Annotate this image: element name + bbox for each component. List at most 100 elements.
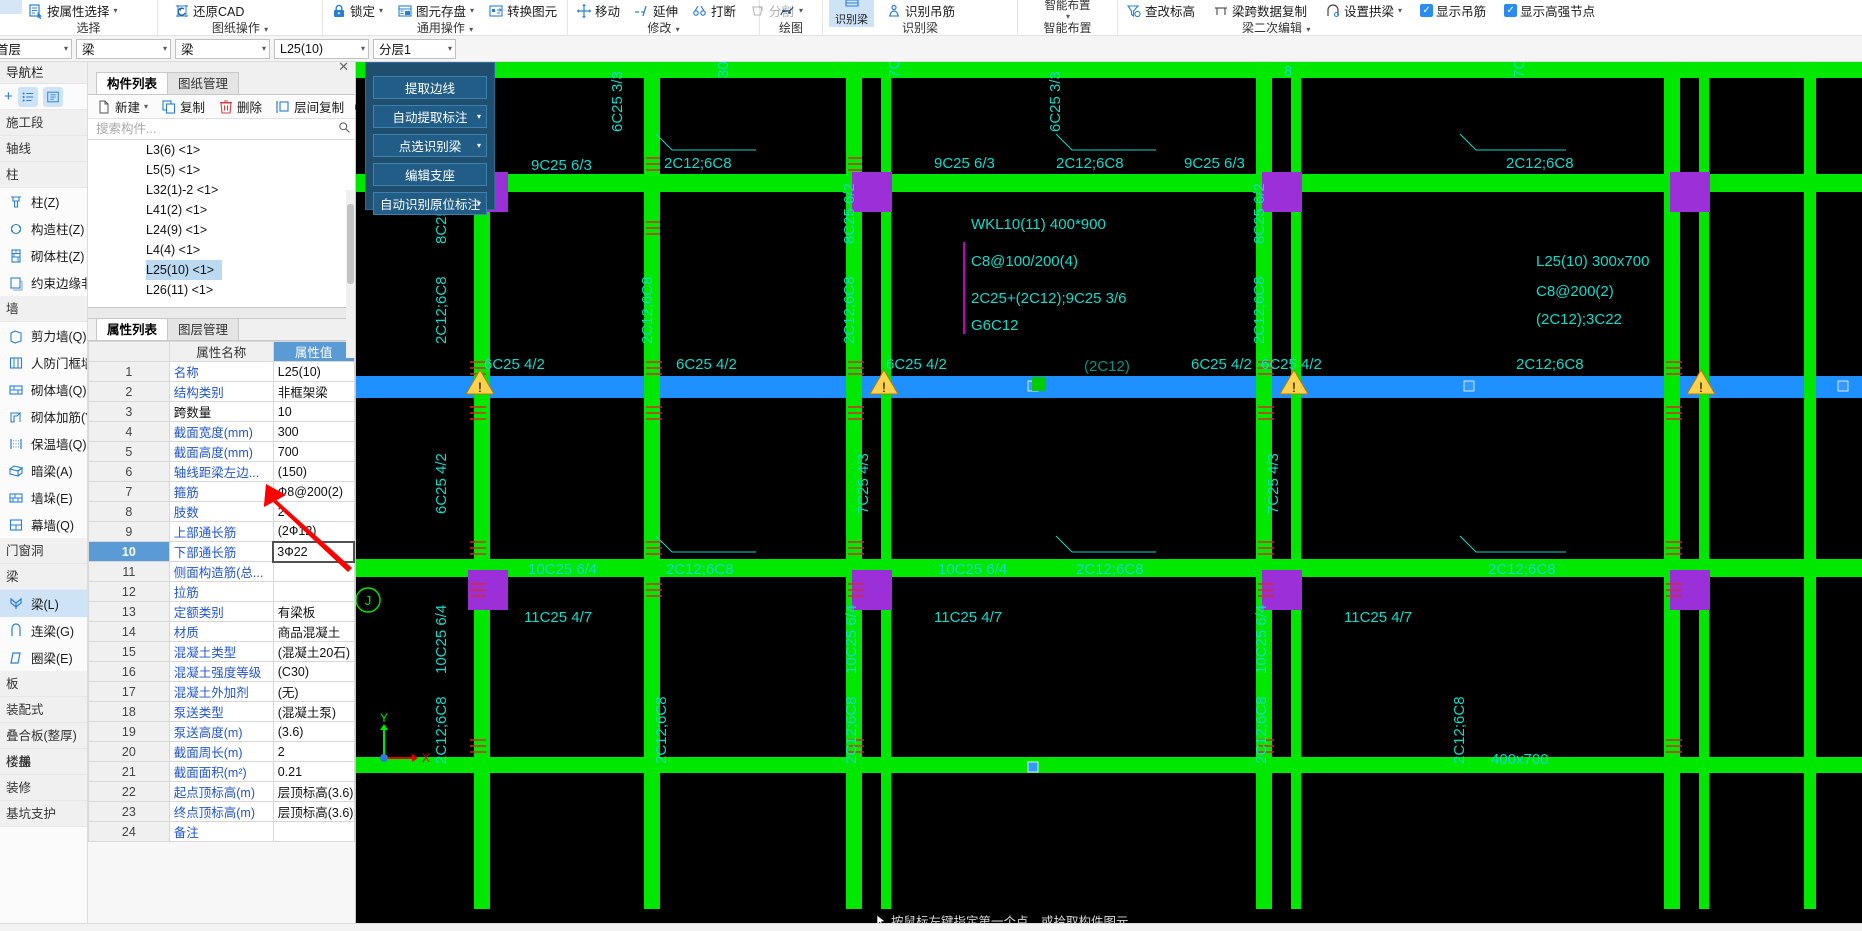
sidebar-item-幕墙q[interactable]: 幕墙(Q) [0, 511, 87, 538]
list-item[interactable]: L3(6) <1> [88, 140, 355, 160]
chevron-down-icon[interactable]: ▾ [477, 141, 481, 150]
beam-span-copy-button[interactable]: 梁跨数据复制 [1211, 0, 1309, 21]
layer-select[interactable]: 分层1 ▾ [373, 38, 456, 59]
property-row-value[interactable]: 有梁板 [272, 601, 355, 622]
edit-support-button[interactable]: 编辑支座 [373, 163, 487, 186]
component-list-scrollbar[interactable] [346, 190, 355, 358]
chevron-down-icon[interactable]: ▾ [442, 44, 452, 53]
sidebar-item-砌体加筋y[interactable]: 砌体加筋(Y) [0, 403, 87, 430]
property-row-value[interactable]: (无) [272, 681, 355, 702]
list-item[interactable]: L32(1)-2 <1> [88, 180, 355, 200]
show-high-strength-node-checkbox[interactable]: ✓ 显示高强节点 [1502, 0, 1597, 21]
new-component-button[interactable]: 新建 ▾ [94, 96, 150, 117]
copy-between-floors-button[interactable]: 层间复制 [273, 96, 346, 117]
table-row[interactable]: 12 拉筋 [88, 581, 355, 602]
cad-canvas[interactable]: ! ! ! ! J 30 8 6C25 3/3 6C25 3/3 9C25 6/… [356, 62, 1862, 931]
chevron-down-icon[interactable]: ▾ [256, 44, 266, 53]
chevron-down-icon[interactable]: ▾ [157, 44, 167, 53]
search-input[interactable] [94, 121, 338, 137]
table-row[interactable]: 20 截面周长(m) 2 [88, 741, 355, 762]
table-row[interactable]: 3 跨数量 10 [88, 401, 355, 422]
sidebar-item-柱z[interactable]: 柱(Z) [0, 188, 87, 215]
chevron-down-icon[interactable]: ▾ [477, 199, 481, 208]
table-row[interactable]: 22 起点顶标高(m) 层顶标高(3.6) [88, 781, 355, 802]
property-row-value[interactable]: (混凝土泵) [272, 701, 355, 722]
tab-drawing-management[interactable]: 图纸管理 [167, 72, 240, 94]
sidebar-item-约束边缘非[interactable]: 约束边缘非... [0, 269, 87, 296]
list-item[interactable]: L24(9) <1> [88, 220, 355, 240]
sidebar-item-墙垛e[interactable]: 墙垛(E) [0, 484, 87, 511]
table-row[interactable]: 13 定额类别 有梁板 [88, 601, 355, 622]
sidebar-item-人防门框墙[interactable]: 人防门框墙(... [0, 349, 87, 376]
table-row[interactable]: 6 轴线距梁左边... (150) [88, 461, 355, 482]
list-item[interactable]: L5(5) <1> [88, 160, 355, 180]
property-row-value[interactable]: 非框架梁 [272, 381, 355, 402]
check-elevation-button[interactable]: 查改标高 [1124, 0, 1197, 21]
cad-drawing[interactable]: ! ! ! ! J 30 86C25 3/3 6C25 3/39C25 6/3 … [356, 62, 1862, 931]
property-row-value[interactable]: 层顶标高(3.6) [272, 781, 355, 802]
sidebar-item-连梁g[interactable]: 连梁(G) [0, 617, 87, 644]
property-row-value[interactable]: 层顶标高(3.6) [272, 801, 355, 822]
list-view-toggle[interactable] [17, 86, 38, 107]
element-save-button[interactable]: 图元存盘 ▾ [395, 0, 476, 21]
add-icon[interactable]: + [2, 88, 13, 105]
cad-identify-panel-header[interactable] [373, 68, 487, 76]
delete-component-button[interactable]: 删除 [216, 96, 264, 117]
tab-property-list[interactable]: 属性列表 [96, 318, 169, 340]
identify-hanger-bar-button[interactable]: 识别吊筋 [884, 0, 957, 21]
select-by-property-button[interactable]: 按属性选择 ▾ [26, 0, 120, 21]
property-row-value[interactable]: 2 [272, 741, 355, 762]
chevron-down-icon[interactable]: ▾ [1398, 6, 1402, 15]
close-icon[interactable]: ✕ [338, 59, 349, 75]
category-select[interactable]: 梁 ▾ [76, 38, 171, 59]
property-row-value[interactable]: 商品混凝土 [272, 621, 355, 642]
table-row[interactable]: 21 截面面积(m²) 0.21 [88, 761, 355, 782]
chevron-down-icon[interactable]: ▾ [470, 6, 474, 15]
extend-button[interactable]: 延伸 [632, 0, 680, 21]
curve-draw-button[interactable]: ▾ [777, 2, 805, 20]
property-row-value[interactable]: (3.6) [272, 721, 355, 742]
list-item[interactable]: L41(2) <1> [88, 200, 355, 220]
property-row-value[interactable]: 0.21 [272, 761, 355, 782]
chevron-down-icon[interactable]: ▾ [379, 6, 383, 15]
table-row[interactable]: 14 材质 商品混凝土 [88, 621, 355, 642]
property-row-value[interactable]: (C30) [272, 661, 355, 682]
table-row[interactable]: 17 混凝土外加剂 (无) [88, 681, 355, 702]
table-row[interactable]: 18 泵送类型 (混凝土泵) [88, 701, 355, 722]
list-item[interactable]: L25(10) <1> [88, 260, 355, 280]
component-list[interactable]: L3(6) <1> L5(5) <1> L32(1)-2 <1> L41(2) <1>… [88, 140, 355, 308]
extract-edge-button[interactable]: 提取边线 [373, 76, 487, 99]
detail-view-toggle[interactable] [42, 86, 63, 107]
table-row[interactable]: 24 备注 [88, 821, 355, 842]
auto-extract-annotation-button[interactable]: 自动提取标注 ▾ [373, 105, 487, 128]
chevron-down-icon[interactable]: ▾ [799, 6, 803, 15]
table-row[interactable]: 2 结构类别 非框架梁 [88, 381, 355, 402]
list-item[interactable]: L26(11) <1> [88, 280, 355, 300]
set-arch-beam-button[interactable]: 设置拱梁 ▾ [1323, 0, 1404, 21]
property-row-value[interactable]: (150) [272, 461, 355, 482]
sidebar-item-剪力墙q[interactable]: 剪力墙(Q) [0, 322, 87, 349]
property-row-value[interactable]: 700 [272, 441, 355, 462]
sidebar-item-圈梁e[interactable]: 圈梁(E) [0, 644, 87, 671]
chevron-down-icon[interactable]: ▾ [1066, 12, 1070, 21]
sidebar-item-保温墙q[interactable]: 保温墙(Q) [0, 430, 87, 457]
table-row[interactable]: 23 终点顶标高(m) 层顶标高(3.6) [88, 801, 355, 822]
property-row-value[interactable]: 10 [272, 401, 355, 422]
table-row[interactable]: 4 截面宽度(mm) 300 [88, 421, 355, 442]
sidebar-item-砌体柱z[interactable]: 砌体柱(Z) [0, 242, 87, 269]
property-row-value[interactable]: 300 [272, 421, 355, 442]
property-row-value[interactable] [272, 581, 355, 602]
floor-select[interactable]: 首层 ▾ [0, 38, 72, 59]
search-icon[interactable] [338, 121, 351, 137]
property-row-value[interactable]: L25(10) [272, 361, 355, 382]
move-button[interactable]: 移动 [574, 0, 622, 21]
table-row[interactable]: 1 名称 L25(10) [88, 361, 355, 382]
table-row[interactable]: 16 混凝土强度等级 (C30) [88, 661, 355, 682]
chevron-down-icon[interactable]: ▾ [58, 44, 68, 53]
component-select[interactable]: L25(10) ▾ [274, 38, 369, 59]
property-row-value[interactable] [272, 821, 355, 842]
chevron-down-icon[interactable]: ▾ [355, 44, 365, 53]
scrollbar-thumb[interactable] [347, 204, 354, 284]
table-row[interactable]: 15 混凝土类型 (混凝土20石) [88, 641, 355, 662]
chevron-down-icon[interactable]: ▾ [477, 112, 481, 121]
